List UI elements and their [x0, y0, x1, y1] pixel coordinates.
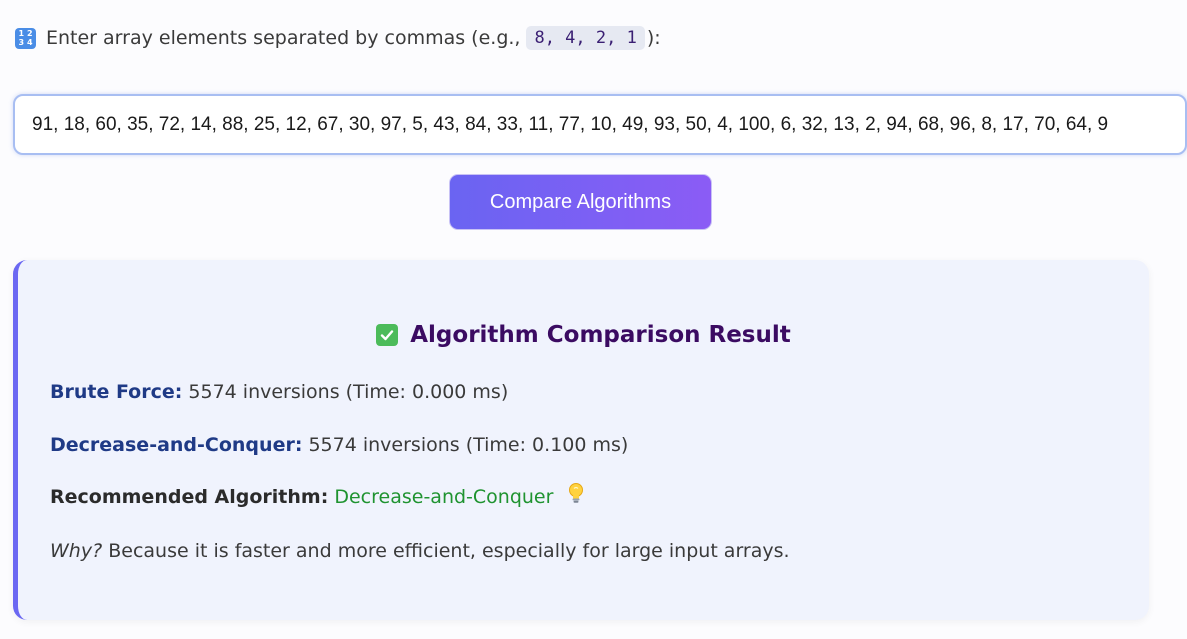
brute-force-label: Brute Force: — [50, 381, 183, 403]
array-input-label: 1 2 3 4 Enter array elements separated b… — [15, 24, 661, 52]
prompt-text-end: ): — [646, 27, 661, 49]
brute-force-result: Brute Force: 5574 inversions (Time: 0.00… — [50, 381, 508, 403]
decrease-conquer-label: Decrease-and-Conquer: — [50, 434, 303, 456]
decrease-conquer-result: Decrease-and-Conquer: 5574 inversions (T… — [50, 434, 628, 456]
recommended-algorithm: Recommended Algorithm: Decrease-and-Conq… — [50, 483, 585, 509]
why-label: Why? — [50, 540, 103, 562]
recommended-value: Decrease-and-Conquer — [334, 486, 554, 508]
recommended-label: Recommended Algorithm: — [50, 486, 329, 508]
lightbulb-icon — [567, 482, 585, 509]
result-card: Algorithm Comparison Result Brute Force:… — [13, 260, 1149, 620]
compare-algorithms-button[interactable]: Compare Algorithms — [449, 174, 712, 230]
why-explanation: Why? Because it is faster and more effic… — [50, 540, 790, 562]
input-numbers-icon: 1 2 3 4 — [15, 27, 36, 49]
array-input[interactable] — [15, 96, 1185, 153]
decrease-conquer-value: 5574 inversions (Time: 0.100 ms) — [308, 434, 629, 456]
result-title: Algorithm Comparison Result — [18, 322, 1149, 348]
result-title-text: Algorithm Comparison Result — [410, 322, 791, 348]
check-mark-icon — [376, 324, 399, 346]
example-code: 8, 4, 2, 1 — [526, 26, 645, 50]
prompt-text: Enter array elements separated by commas… — [46, 27, 521, 49]
brute-force-value: 5574 inversions (Time: 0.000 ms) — [188, 381, 509, 403]
why-text: Because it is faster and more efficient,… — [108, 540, 790, 562]
array-input-container — [13, 94, 1187, 155]
